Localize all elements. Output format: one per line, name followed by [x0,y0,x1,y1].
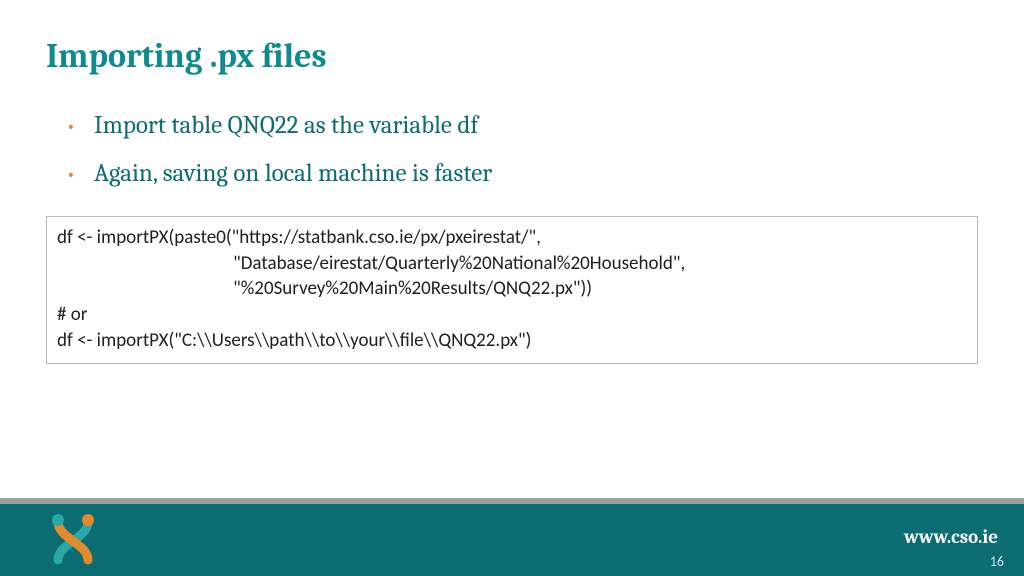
bullet-icon: • [66,158,94,190]
page-number: 16 [990,553,1004,570]
bullet-text: Import table QNQ22 as the variable df [94,110,478,142]
footer-bar: www.cso.ie 16 [0,504,1024,576]
slide: Importing .px files • Import table QNQ22… [0,0,1024,576]
footer-url: www.cso.ie [904,526,998,548]
bullet-icon: • [66,110,94,142]
slide-footer: www.cso.ie 16 [0,498,1024,576]
cso-logo-icon [40,508,106,574]
list-item: • Again, saving on local machine is fast… [66,158,946,190]
bullet-text: Again, saving on local machine is faster [94,158,492,190]
slide-title: Importing .px files [46,36,327,76]
bullet-list: • Import table QNQ22 as the variable df … [66,110,946,206]
code-block: df <- importPX(paste0("https://statbank.… [46,216,978,364]
list-item: • Import table QNQ22 as the variable df [66,110,946,142]
